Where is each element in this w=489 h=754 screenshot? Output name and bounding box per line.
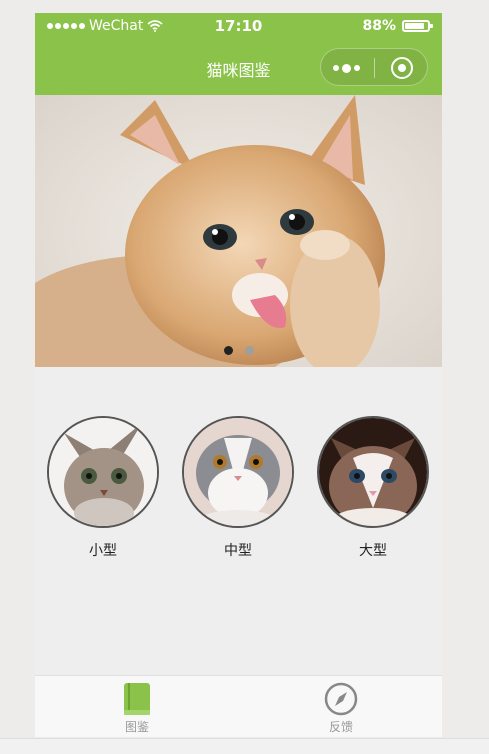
menu-capsule bbox=[320, 48, 428, 86]
category-small[interactable]: 小型 bbox=[47, 416, 159, 560]
status-bar: WeChat 17:10 88% bbox=[35, 13, 442, 40]
battery-icon bbox=[402, 20, 433, 32]
target-close-icon[interactable] bbox=[391, 57, 413, 79]
tab-atlas[interactable]: 图鉴 bbox=[97, 682, 177, 735]
category-medium[interactable]: 中型 bbox=[182, 416, 294, 560]
book-icon bbox=[97, 682, 177, 716]
compass-icon bbox=[301, 682, 381, 716]
category-label: 小型 bbox=[89, 543, 117, 559]
tab-feedback[interactable]: 反馈 bbox=[301, 682, 381, 735]
battery-status: 88% bbox=[362, 18, 433, 34]
banner-carousel[interactable] bbox=[35, 95, 442, 367]
carousel-indicators bbox=[35, 346, 442, 355]
mini-program-frame: WeChat 17:10 88% 猫咪图鉴 小型 中型 大型 图鉴 反馈 bbox=[35, 13, 442, 737]
tab-label: 图鉴 bbox=[124, 720, 149, 734]
tab-label: 反馈 bbox=[328, 720, 353, 734]
category-list: 小型 中型 大型 bbox=[35, 416, 442, 566]
battery-percent: 88% bbox=[362, 18, 396, 34]
medium-cat-photo[interactable] bbox=[182, 416, 294, 528]
category-label: 大型 bbox=[359, 543, 387, 559]
indicator-dot[interactable] bbox=[244, 346, 254, 355]
indicator-dot-active[interactable] bbox=[223, 346, 233, 355]
category-label: 中型 bbox=[224, 543, 252, 559]
banner-image bbox=[35, 95, 442, 367]
small-cat-photo[interactable] bbox=[47, 416, 159, 528]
more-dots-icon[interactable] bbox=[333, 61, 363, 75]
tab-bar: 图鉴 反馈 bbox=[35, 675, 442, 737]
category-large[interactable]: 大型 bbox=[317, 416, 429, 560]
large-cat-photo[interactable] bbox=[317, 416, 429, 528]
capsule-divider bbox=[374, 58, 375, 78]
nav-bar: 猫咪图鉴 bbox=[35, 40, 442, 95]
bottom-strip bbox=[0, 738, 489, 754]
